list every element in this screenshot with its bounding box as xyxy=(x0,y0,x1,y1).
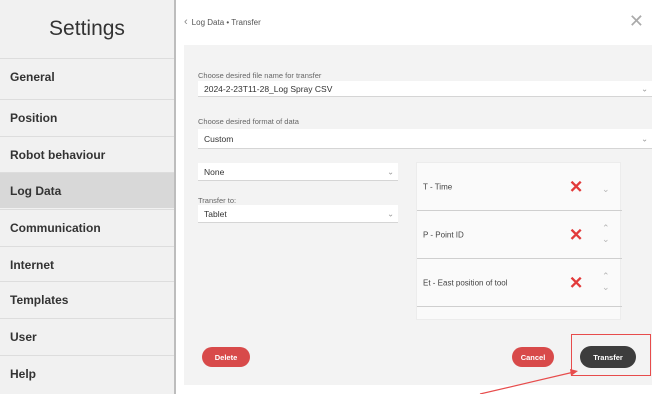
sidebar-item-help[interactable]: Help xyxy=(0,355,174,391)
chevron-down-icon: ⌄ xyxy=(387,167,394,176)
sidebar-item-user[interactable]: User xyxy=(0,318,174,354)
transfer-to-label: Transfer to: xyxy=(198,196,237,205)
sidebar-item-internet[interactable]: Internet xyxy=(0,246,174,282)
transfer-button[interactable]: Transfer xyxy=(580,346,636,368)
transfer-panel: Choose desired file name for transfer 20… xyxy=(184,45,652,385)
remove-icon[interactable]: ✕ xyxy=(569,274,583,291)
move-down-icon[interactable]: ⌄ xyxy=(602,185,610,194)
none-value: None xyxy=(204,166,225,177)
top-bar: ‹ Log Data • Transfer ✕ xyxy=(178,12,658,36)
sidebar-item-communication[interactable]: Communication xyxy=(0,209,174,245)
column-row: Et - East position of tool ✕ ⌃ ⌄ xyxy=(417,259,622,307)
column-row: P - Point ID ✕ ⌃ ⌄ xyxy=(417,211,622,259)
move-up-icon[interactable]: ⌃ xyxy=(602,272,610,281)
column-label: Et - East position of tool xyxy=(423,278,508,287)
breadcrumb[interactable]: ‹ Log Data • Transfer xyxy=(184,16,261,28)
move-down-icon[interactable]: ⌄ xyxy=(602,235,610,244)
column-label: T - Time xyxy=(423,182,453,191)
close-icon[interactable]: ✕ xyxy=(629,12,644,30)
chevron-left-icon[interactable]: ‹ xyxy=(184,16,188,28)
sidebar-title: Settings xyxy=(49,17,125,40)
none-dropdown[interactable]: None ⌄ xyxy=(198,163,398,181)
format-value: Custom xyxy=(204,133,234,144)
filename-value: 2024-2-23T11-28_Log Spray CSV xyxy=(204,83,333,94)
move-down-icon[interactable]: ⌄ xyxy=(602,283,610,292)
remove-icon[interactable]: ✕ xyxy=(569,178,583,195)
chevron-down-icon: ⌄ xyxy=(641,134,648,143)
column-label: P - Point ID xyxy=(423,230,464,239)
filename-dropdown[interactable]: 2024-2-23T11-28_Log Spray CSV ⌄ xyxy=(198,81,652,97)
sidebar-item-templates[interactable]: Templates xyxy=(0,281,174,317)
format-dropdown[interactable]: Custom ⌄ xyxy=(198,129,652,149)
move-up-icon[interactable]: ⌃ xyxy=(602,224,610,233)
chevron-down-icon: ⌄ xyxy=(387,209,394,218)
breadcrumb-text: Log Data • Transfer xyxy=(191,17,261,27)
transfer-to-dropdown[interactable]: Tablet ⌄ xyxy=(198,205,398,223)
main-content: ‹ Log Data • Transfer ✕ Choose desired f… xyxy=(178,0,658,394)
delete-button[interactable]: Delete xyxy=(202,347,250,367)
cancel-button[interactable]: Cancel xyxy=(512,347,554,367)
remove-icon[interactable]: ✕ xyxy=(569,226,583,243)
sidebar-item-robot-behaviour[interactable]: Robot behaviour xyxy=(0,136,174,172)
filename-label: Choose desired file name for transfer xyxy=(198,71,322,80)
chevron-down-icon: ⌄ xyxy=(641,84,648,93)
sidebar-item-log-data[interactable]: Log Data xyxy=(0,172,174,208)
sidebar-item-general[interactable]: General xyxy=(0,58,174,94)
transfer-to-value: Tablet xyxy=(204,208,227,219)
column-list: T - Time ✕ ⌄ P - Point ID ✕ ⌃ ⌄ Et - Eas… xyxy=(416,162,622,320)
format-label: Choose desired format of data xyxy=(198,117,299,126)
column-row: T - Time ✕ ⌄ xyxy=(417,163,622,211)
sidebar-item-position[interactable]: Position xyxy=(0,99,174,135)
settings-sidebar: Settings General Position Robot behaviou… xyxy=(0,0,176,394)
